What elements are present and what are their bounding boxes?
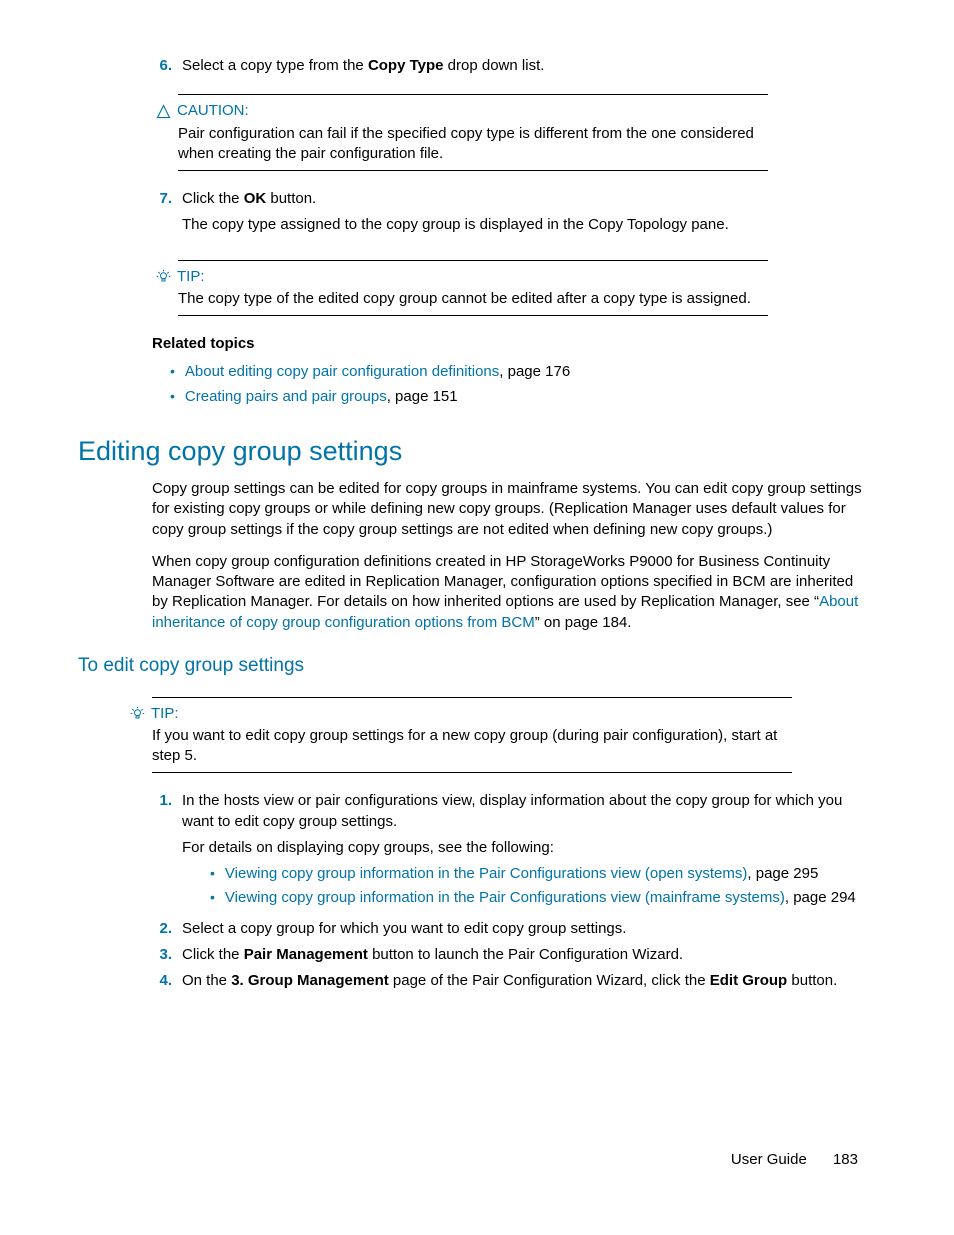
text: Select a copy group for which you want t… [182,919,869,939]
heading-to-edit-copy-group-settings: To edit copy group settings [78,653,869,679]
bullet-icon: • [210,864,215,884]
caution-body: Pair configuration can fail if the speci… [178,124,768,165]
text: On the [182,972,231,989]
text: , page 294 [785,889,856,906]
rule [178,94,768,95]
text: Click the [182,190,244,207]
tip-callout: TIP: If you want to edit copy group sett… [152,697,792,774]
list-body: On the 3. Group Management page of the P… [182,971,869,991]
link[interactable]: Viewing copy group information in the Pa… [225,865,747,882]
tip-callout: TIP: The copy type of the edited copy gr… [178,260,768,317]
bullet-icon: • [210,888,215,908]
text-bold: Pair Management [244,946,368,963]
text-bold: OK [244,190,267,207]
related-topics-heading: Related topics [152,334,869,354]
sub-item: • Viewing copy group information in the … [210,864,869,884]
text: button to launch the Pair Configuration … [368,946,683,963]
list-item-6: 6. Select a copy type from the Copy Type… [150,56,869,76]
paragraph: When copy group configuration definition… [152,552,869,633]
list-item-3: 3. Click the Pair Management button to l… [150,945,869,965]
caution-icon [156,104,171,119]
bullet-icon: • [170,362,175,382]
text: In the hosts view or pair configurations… [182,791,869,832]
text: , page 176 [499,363,570,380]
text: When copy group configuration definition… [152,553,853,611]
text: button. [266,190,316,207]
rule [178,260,768,261]
list-body: In the hosts view or pair configurations… [182,791,869,912]
rule [178,315,768,316]
text: Click the [182,946,244,963]
list-marker: 7. [150,189,172,242]
rule [178,170,768,171]
tip-body: If you want to edit copy group settings … [152,726,792,767]
text-bold: Edit Group [710,972,788,989]
text: Select a copy type from the [182,57,368,74]
list-marker: 2. [150,919,172,939]
list-marker: 1. [150,791,172,912]
text: The copy type assigned to the copy group… [182,215,869,235]
text: ” on page 184. [535,614,632,631]
sub-item: • Viewing copy group information in the … [210,888,869,908]
caution-head: CAUTION: [156,101,768,121]
rule [152,697,792,698]
list-marker: 6. [150,56,172,76]
text: button. [787,972,837,989]
list-marker: 4. [150,971,172,991]
heading-editing-copy-group-settings: Editing copy group settings [78,433,869,469]
list-item-7: 7. Click the OK button. The copy type as… [150,189,869,242]
page-footer: User Guide 183 [731,1150,858,1170]
text: , page 295 [747,865,818,882]
list-marker: 3. [150,945,172,965]
tip-label: TIP: [151,704,179,724]
tip-icon [130,706,145,721]
text: , page 151 [387,388,458,405]
link[interactable]: Creating pairs and pair groups [185,388,387,405]
tip-icon [156,269,171,284]
caution-label: CAUTION: [177,101,249,121]
tip-head: TIP: [156,267,768,287]
text: drop down list. [444,57,545,74]
page-number: 183 [833,1151,858,1168]
tip-head: TIP: [130,704,792,724]
list-item-2: 2. Select a copy group for which you wan… [150,919,869,939]
tip-body: The copy type of the edited copy group c… [178,289,768,309]
tip-label: TIP: [177,267,205,287]
text-bold: Copy Type [368,57,444,74]
list-body: Select a copy type from the Copy Type dr… [182,56,869,76]
text: page of the Pair Configuration Wizard, c… [389,972,710,989]
text: For details on displaying copy groups, s… [182,838,869,858]
list-body: Click the OK button. The copy type assig… [182,189,869,242]
text-bold: 3. Group Management [231,972,389,989]
list-body: Click the Pair Management button to laun… [182,945,869,965]
link[interactable]: About editing copy pair configuration de… [185,363,499,380]
paragraph: Copy group settings can be edited for co… [152,479,869,540]
list-item-1: 1. In the hosts view or pair configurati… [150,791,869,912]
link[interactable]: Viewing copy group information in the Pa… [225,889,785,906]
bullet-icon: • [170,387,175,407]
related-item: • About editing copy pair configuration … [170,362,869,382]
footer-label: User Guide [731,1151,807,1168]
rule [152,772,792,773]
related-item: • Creating pairs and pair groups, page 1… [170,387,869,407]
caution-callout: CAUTION: Pair configuration can fail if … [178,94,768,171]
list-item-4: 4. On the 3. Group Management page of th… [150,971,869,991]
page-container: 6. Select a copy type from the Copy Type… [0,0,954,1235]
